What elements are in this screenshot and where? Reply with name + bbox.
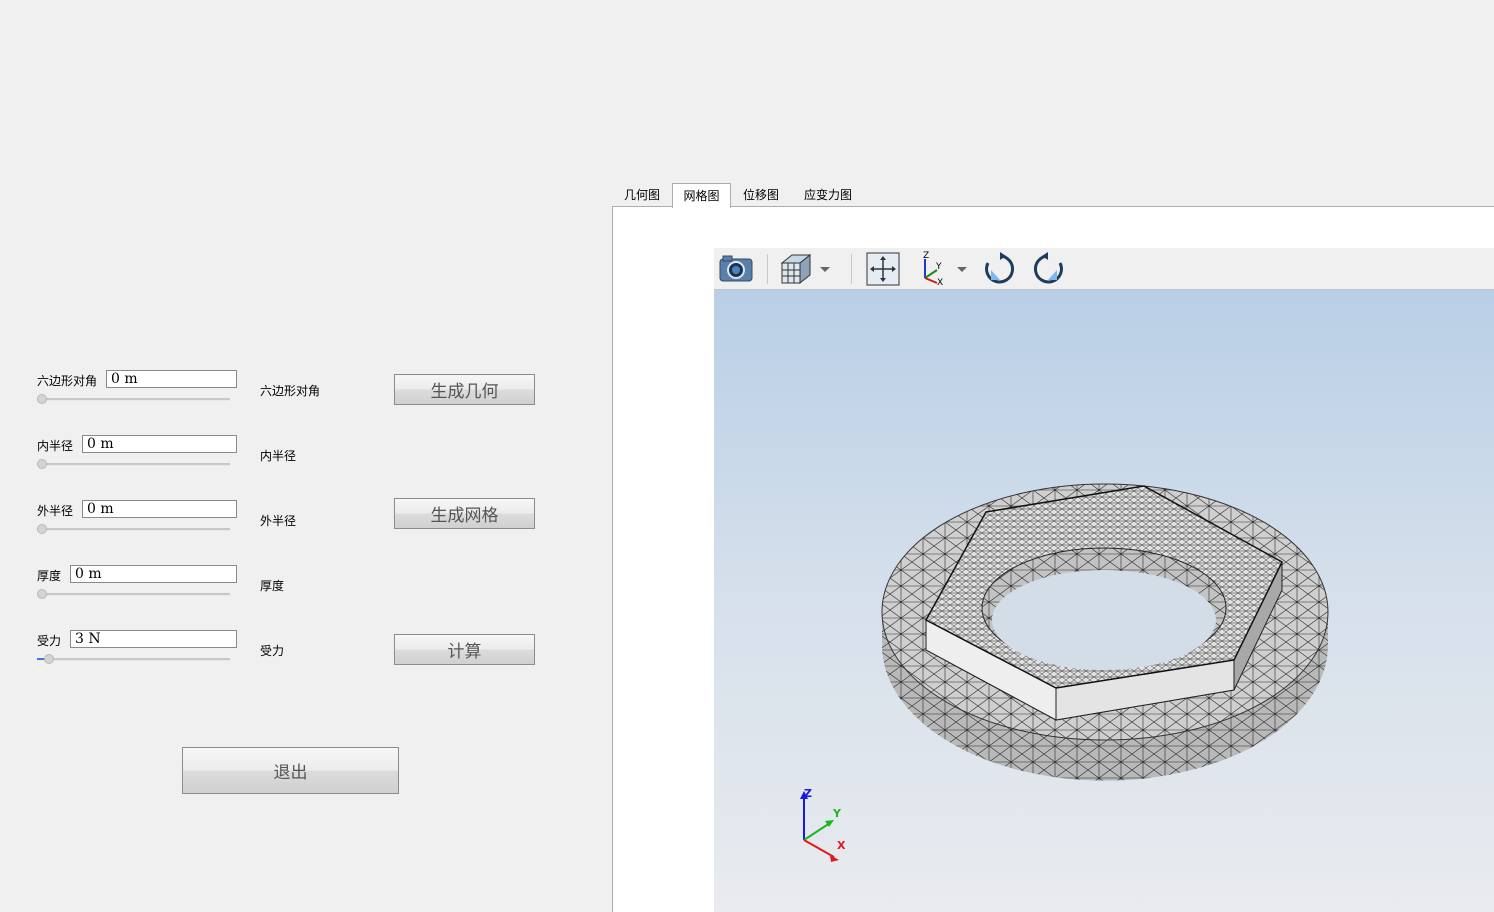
thickness-slider[interactable] — [37, 588, 230, 600]
toolbar-separator — [767, 254, 768, 284]
generate-geometry-button[interactable]: 生成几何 — [394, 374, 535, 405]
svg-text:Y: Y — [935, 262, 942, 272]
tab-displacement[interactable]: 位移图 — [736, 183, 786, 207]
hexagon-diagonal-side-label: 六边形对角 — [260, 384, 321, 398]
thickness-side-label: 厚度 — [260, 579, 285, 593]
slider-track — [37, 463, 230, 466]
view-cube-icon[interactable] — [778, 251, 814, 287]
slider-handle[interactable] — [37, 459, 47, 469]
inner-radius-slider[interactable] — [37, 458, 230, 470]
axis-x-label: X — [837, 839, 846, 852]
hexagon-diagonal-input[interactable] — [106, 370, 237, 388]
slider-track — [37, 593, 230, 596]
generate-mesh-button[interactable]: 生成网格 — [394, 498, 535, 529]
viewer-toolbar: Z Y X — [714, 248, 1494, 290]
slider-handle[interactable] — [37, 524, 47, 534]
rotate-ccw-icon[interactable] — [1030, 251, 1066, 287]
force-side-label: 受力 — [260, 644, 285, 658]
svg-text:X: X — [937, 278, 943, 286]
axes-orientation-icon[interactable]: Z Y X — [915, 250, 951, 286]
slider-handle[interactable] — [37, 589, 47, 599]
slider-track — [37, 528, 230, 531]
axes-triad-icon — [800, 791, 839, 862]
force-slider[interactable] — [37, 653, 230, 665]
inner-radius-side-label: 内半径 — [260, 449, 297, 463]
tab-stress-strain[interactable]: 应变力图 — [797, 183, 859, 207]
toolbar-separator — [851, 254, 852, 284]
inner-radius-input[interactable] — [82, 435, 237, 453]
slider-handle[interactable] — [37, 394, 47, 404]
force-input[interactable] — [70, 630, 237, 648]
tab-mesh[interactable]: 网格图 — [672, 183, 731, 208]
outer-radius-slider[interactable] — [37, 523, 230, 535]
hexagon-diagonal-label: 六边形对角 — [37, 374, 98, 388]
outer-radius-input[interactable] — [82, 500, 237, 518]
thickness-label: 厚度 — [37, 569, 62, 583]
axis-y-label: Y — [833, 807, 841, 820]
exit-button[interactable]: 退出 — [182, 747, 399, 794]
rotate-cw-icon[interactable] — [982, 251, 1018, 287]
camera-icon[interactable] — [718, 251, 754, 287]
compute-button[interactable]: 计算 — [394, 634, 535, 665]
hexagon-diagonal-slider[interactable] — [37, 393, 230, 405]
mesh-viewport[interactable]: Z Y X — [714, 290, 1494, 912]
fit-view-icon[interactable] — [865, 251, 901, 287]
outer-radius-side-label: 外半径 — [260, 514, 297, 528]
slider-track — [37, 658, 230, 661]
dropdown-arrow-icon[interactable] — [818, 251, 832, 287]
inner-radius-label: 内半径 — [37, 439, 74, 453]
thickness-input[interactable] — [70, 565, 237, 583]
tab-geometry[interactable]: 几何图 — [617, 183, 667, 207]
svg-text:Z: Z — [923, 251, 929, 261]
outer-radius-label: 外半径 — [37, 504, 74, 518]
slider-track — [37, 398, 230, 401]
dropdown-arrow-icon[interactable] — [955, 251, 969, 287]
axis-z-label: Z — [804, 787, 812, 800]
slider-handle[interactable] — [44, 654, 54, 664]
force-label: 受力 — [37, 634, 62, 648]
